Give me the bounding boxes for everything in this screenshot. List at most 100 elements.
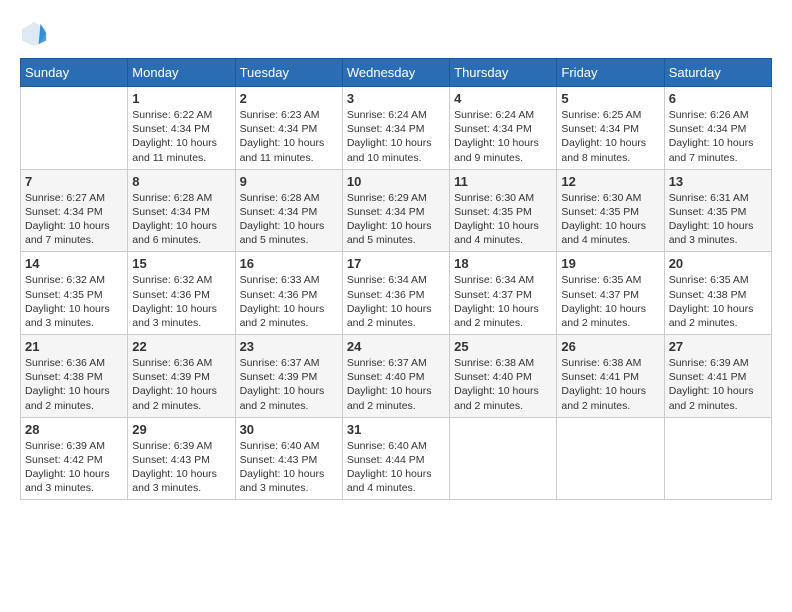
day-cell: 28 Sunrise: 6:39 AMSunset: 4:42 PMDayligh… <box>21 417 128 500</box>
day-info: Sunrise: 6:30 AMSunset: 4:35 PMDaylight:… <box>454 191 552 248</box>
day-number: 20 <box>669 256 767 271</box>
header-cell-friday: Friday <box>557 59 664 87</box>
day-cell: 21 Sunrise: 6:36 AMSunset: 4:38 PMDayligh… <box>21 335 128 418</box>
calendar-body: 1 Sunrise: 6:22 AMSunset: 4:34 PMDaylight… <box>21 87 772 500</box>
day-info: Sunrise: 6:35 AMSunset: 4:38 PMDaylight:… <box>669 273 767 330</box>
day-number: 22 <box>132 339 230 354</box>
day-number: 18 <box>454 256 552 271</box>
day-number: 4 <box>454 91 552 106</box>
day-cell: 16Sunrise: 6:33 AMSunset: 4:36 PMDayligh… <box>235 252 342 335</box>
day-info: Sunrise: 6:28 AMSunset: 4:34 PMDaylight:… <box>132 191 230 248</box>
day-info: Sunrise: 6:37 AMSunset: 4:39 PMDaylight:… <box>240 356 338 413</box>
day-cell: 25 Sunrise: 6:38 AMSunset: 4:40 PMDayligh… <box>450 335 557 418</box>
day-info: Sunrise: 6:25 AMSunset: 4:34 PMDaylight:… <box>561 108 659 165</box>
day-number: 25 <box>454 339 552 354</box>
day-info: Sunrise: 6:27 AMSunset: 4:34 PMDaylight:… <box>25 191 123 248</box>
day-cell: 10 Sunrise: 6:29 AMSunset: 4:34 PMDayligh… <box>342 169 449 252</box>
day-cell: 17 Sunrise: 6:34 AMSunset: 4:36 PMDayligh… <box>342 252 449 335</box>
week-row-4: 28 Sunrise: 6:39 AMSunset: 4:42 PMDayligh… <box>21 417 772 500</box>
day-info: Sunrise: 6:36 AMSunset: 4:38 PMDaylight:… <box>25 356 123 413</box>
week-row-0: 1 Sunrise: 6:22 AMSunset: 4:34 PMDaylight… <box>21 87 772 170</box>
day-info: Sunrise: 6:24 AMSunset: 4:34 PMDaylight:… <box>454 108 552 165</box>
day-number: 10 <box>347 174 445 189</box>
week-row-3: 21 Sunrise: 6:36 AMSunset: 4:38 PMDayligh… <box>21 335 772 418</box>
header-row: SundayMondayTuesdayWednesdayThursdayFrid… <box>21 59 772 87</box>
day-info: Sunrise: 6:29 AMSunset: 4:34 PMDaylight:… <box>347 191 445 248</box>
day-number: 31 <box>347 422 445 437</box>
day-info: Sunrise: 6:35 AMSunset: 4:37 PMDaylight:… <box>561 273 659 330</box>
day-info: Sunrise: 6:40 AMSunset: 4:44 PMDaylight:… <box>347 439 445 496</box>
logo <box>20 20 52 48</box>
day-number: 1 <box>132 91 230 106</box>
day-info: Sunrise: 6:24 AMSunset: 4:34 PMDaylight:… <box>347 108 445 165</box>
day-number: 15 <box>132 256 230 271</box>
day-cell: 26Sunrise: 6:38 AMSunset: 4:41 PMDayligh… <box>557 335 664 418</box>
week-row-1: 7 Sunrise: 6:27 AMSunset: 4:34 PMDaylight… <box>21 169 772 252</box>
day-info: Sunrise: 6:33 AMSunset: 4:36 PMDaylight:… <box>240 273 338 330</box>
day-number: 7 <box>25 174 123 189</box>
day-number: 9 <box>240 174 338 189</box>
day-cell: 7 Sunrise: 6:27 AMSunset: 4:34 PMDaylight… <box>21 169 128 252</box>
day-number: 5 <box>561 91 659 106</box>
day-cell: 3 Sunrise: 6:24 AMSunset: 4:34 PMDaylight… <box>342 87 449 170</box>
day-cell <box>21 87 128 170</box>
day-cell: 22 Sunrise: 6:36 AMSunset: 4:39 PMDayligh… <box>128 335 235 418</box>
day-number: 24 <box>347 339 445 354</box>
day-cell: 2Sunrise: 6:23 AMSunset: 4:34 PMDaylight… <box>235 87 342 170</box>
day-cell: 19 Sunrise: 6:35 AMSunset: 4:37 PMDayligh… <box>557 252 664 335</box>
day-cell: 9 Sunrise: 6:28 AMSunset: 4:34 PMDaylight… <box>235 169 342 252</box>
day-number: 12 <box>561 174 659 189</box>
day-number: 26 <box>561 339 659 354</box>
day-info: Sunrise: 6:26 AMSunset: 4:34 PMDaylight:… <box>669 108 767 165</box>
logo-icon <box>20 20 48 48</box>
day-info: Sunrise: 6:39 AMSunset: 4:41 PMDaylight:… <box>669 356 767 413</box>
day-number: 29 <box>132 422 230 437</box>
day-cell: 29 Sunrise: 6:39 AMSunset: 4:43 PMDayligh… <box>128 417 235 500</box>
day-cell: 11Sunrise: 6:30 AMSunset: 4:35 PMDayligh… <box>450 169 557 252</box>
day-cell: 20 Sunrise: 6:35 AMSunset: 4:38 PMDayligh… <box>664 252 771 335</box>
day-info: Sunrise: 6:38 AMSunset: 4:40 PMDaylight:… <box>454 356 552 413</box>
day-number: 27 <box>669 339 767 354</box>
day-info: Sunrise: 6:31 AMSunset: 4:35 PMDaylight:… <box>669 191 767 248</box>
day-info: Sunrise: 6:40 AMSunset: 4:43 PMDaylight:… <box>240 439 338 496</box>
page-header <box>20 20 772 48</box>
day-cell <box>664 417 771 500</box>
calendar-header: SundayMondayTuesdayWednesdayThursdayFrid… <box>21 59 772 87</box>
day-info: Sunrise: 6:22 AMSunset: 4:34 PMDaylight:… <box>132 108 230 165</box>
day-number: 21 <box>25 339 123 354</box>
header-cell-thursday: Thursday <box>450 59 557 87</box>
day-cell: 14Sunrise: 6:32 AMSunset: 4:35 PMDayligh… <box>21 252 128 335</box>
day-cell: 4 Sunrise: 6:24 AMSunset: 4:34 PMDaylight… <box>450 87 557 170</box>
day-info: Sunrise: 6:37 AMSunset: 4:40 PMDaylight:… <box>347 356 445 413</box>
day-info: Sunrise: 6:28 AMSunset: 4:34 PMDaylight:… <box>240 191 338 248</box>
day-number: 28 <box>25 422 123 437</box>
day-cell: 8 Sunrise: 6:28 AMSunset: 4:34 PMDaylight… <box>128 169 235 252</box>
day-info: Sunrise: 6:34 AMSunset: 4:37 PMDaylight:… <box>454 273 552 330</box>
day-info: Sunrise: 6:36 AMSunset: 4:39 PMDaylight:… <box>132 356 230 413</box>
week-row-2: 14Sunrise: 6:32 AMSunset: 4:35 PMDayligh… <box>21 252 772 335</box>
day-number: 14 <box>25 256 123 271</box>
day-cell: 24 Sunrise: 6:37 AMSunset: 4:40 PMDayligh… <box>342 335 449 418</box>
day-cell: 31 Sunrise: 6:40 AMSunset: 4:44 PMDayligh… <box>342 417 449 500</box>
header-cell-tuesday: Tuesday <box>235 59 342 87</box>
day-cell: 13Sunrise: 6:31 AMSunset: 4:35 PMDayligh… <box>664 169 771 252</box>
header-cell-saturday: Saturday <box>664 59 771 87</box>
day-cell: 5 Sunrise: 6:25 AMSunset: 4:34 PMDaylight… <box>557 87 664 170</box>
day-cell: 30 Sunrise: 6:40 AMSunset: 4:43 PMDayligh… <box>235 417 342 500</box>
day-number: 6 <box>669 91 767 106</box>
day-number: 8 <box>132 174 230 189</box>
day-info: Sunrise: 6:32 AMSunset: 4:36 PMDaylight:… <box>132 273 230 330</box>
day-number: 2 <box>240 91 338 106</box>
day-info: Sunrise: 6:39 AMSunset: 4:43 PMDaylight:… <box>132 439 230 496</box>
day-cell: 27 Sunrise: 6:39 AMSunset: 4:41 PMDayligh… <box>664 335 771 418</box>
day-number: 3 <box>347 91 445 106</box>
day-number: 30 <box>240 422 338 437</box>
day-number: 17 <box>347 256 445 271</box>
header-cell-sunday: Sunday <box>21 59 128 87</box>
day-info: Sunrise: 6:34 AMSunset: 4:36 PMDaylight:… <box>347 273 445 330</box>
day-number: 19 <box>561 256 659 271</box>
day-cell: 6 Sunrise: 6:26 AMSunset: 4:34 PMDaylight… <box>664 87 771 170</box>
day-info: Sunrise: 6:39 AMSunset: 4:42 PMDaylight:… <box>25 439 123 496</box>
day-info: Sunrise: 6:30 AMSunset: 4:35 PMDaylight:… <box>561 191 659 248</box>
day-cell: 1 Sunrise: 6:22 AMSunset: 4:34 PMDaylight… <box>128 87 235 170</box>
